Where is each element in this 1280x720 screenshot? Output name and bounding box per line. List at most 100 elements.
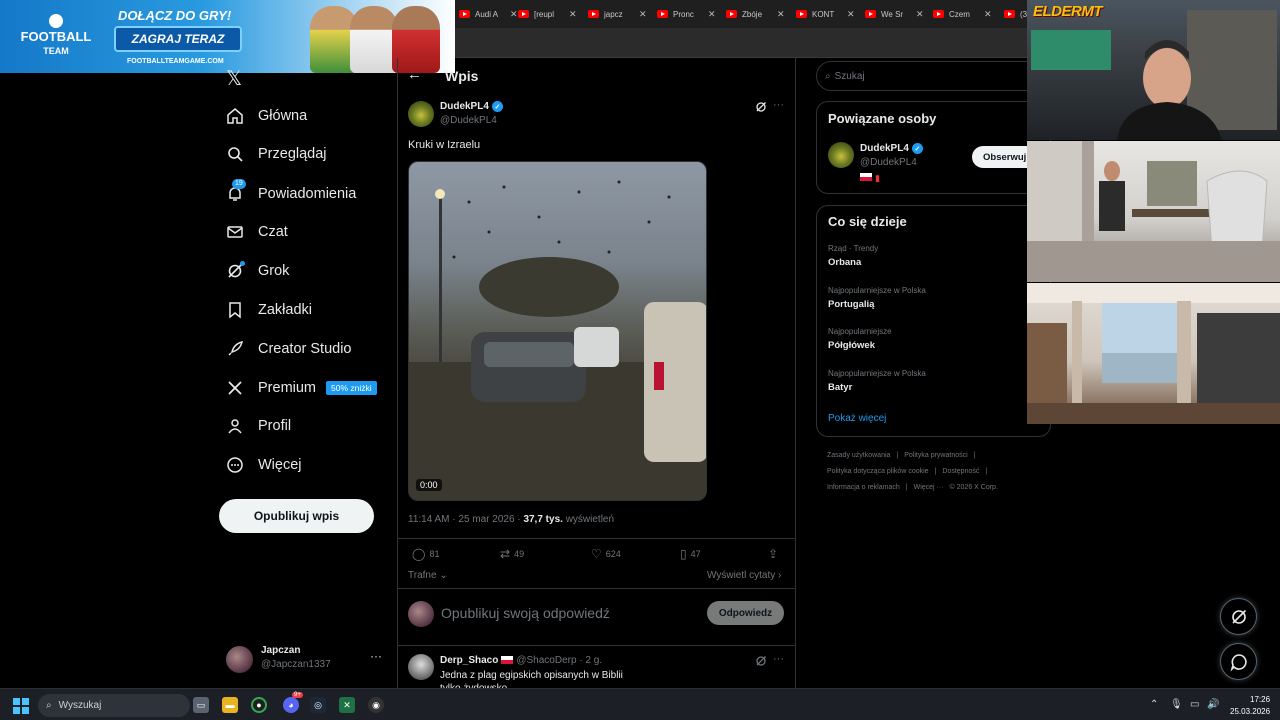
post-author-avatar[interactable] bbox=[408, 101, 434, 127]
divider bbox=[398, 588, 795, 589]
search-placeholder: Szukaj bbox=[834, 70, 865, 82]
comment-author-avatar[interactable] bbox=[408, 654, 434, 680]
chrome-icon[interactable]: ● bbox=[251, 697, 267, 713]
microphone-icon[interactable]: 🎙 bbox=[1170, 699, 1183, 710]
sidebar-item-x[interactable]: Premium 50% zniżki bbox=[226, 376, 377, 400]
close-icon[interactable]: ✕ bbox=[984, 9, 992, 20]
footer-link[interactable]: Zasady użytkowania bbox=[827, 452, 890, 459]
ad-cta-button[interactable]: ZAGRAJ TERAZ bbox=[114, 26, 242, 52]
sidebar-item-search[interactable]: Przeglądaj bbox=[226, 142, 327, 166]
divider bbox=[398, 538, 795, 539]
more-options-icon[interactable]: ··· bbox=[773, 653, 784, 665]
grok-icon[interactable] bbox=[755, 655, 767, 670]
trend-item[interactable]: Rząd · Trendy Orbana bbox=[828, 244, 878, 268]
search-input[interactable]: ⌕ Szukaj bbox=[816, 61, 1056, 91]
obs-icon[interactable]: ◉ bbox=[368, 697, 384, 713]
sidebar-item-mail[interactable]: Czat bbox=[226, 220, 288, 244]
reply-sort-dropdown[interactable]: Trafne ⌄ bbox=[408, 570, 448, 581]
close-icon[interactable]: ✕ bbox=[510, 9, 518, 20]
sidebar-item-person[interactable]: Profil bbox=[226, 414, 291, 438]
display-icon[interactable]: ▭ bbox=[1190, 699, 1199, 710]
close-icon[interactable]: ✕ bbox=[777, 9, 785, 20]
publish-post-button[interactable]: Opublikuj wpis bbox=[219, 499, 374, 533]
chevron-up-icon[interactable]: ⌃ bbox=[1150, 699, 1158, 710]
footer-link[interactable]: Dostępność bbox=[942, 468, 979, 475]
divider bbox=[398, 645, 795, 646]
close-icon[interactable]: ✕ bbox=[708, 9, 716, 20]
browser-tab[interactable]: Czem ✕ bbox=[933, 4, 992, 24]
reply-input[interactable]: Opublikuj swoją odpowiedź bbox=[441, 605, 610, 621]
trend-item[interactable]: Najpopularniejsze w Polska Portugalią bbox=[828, 286, 926, 310]
browser-tab[interactable]: Zbóje ✕ bbox=[726, 4, 785, 24]
browser-tab[interactable]: Audi A ✕ bbox=[459, 4, 518, 24]
comment-header[interactable]: Derp_Shaco @ShacoDerp · 2 g. bbox=[440, 655, 602, 666]
related-avatar[interactable] bbox=[828, 142, 854, 168]
volume-icon[interactable]: 🔊 bbox=[1207, 699, 1219, 710]
more-options-icon[interactable]: ··· bbox=[773, 99, 784, 111]
player-figure bbox=[392, 6, 440, 73]
verified-badge-icon: ✓ bbox=[491, 101, 503, 112]
footer-link[interactable]: Polityka dotycząca plików cookie bbox=[827, 468, 929, 475]
trend-item[interactable]: Najpopularniejsze w Polska Batyr bbox=[828, 369, 926, 393]
related-name[interactable]: DudekPL4 ✓ bbox=[860, 143, 923, 154]
post-video[interactable] bbox=[408, 161, 707, 501]
repost-action[interactable]: ⇄ 49 bbox=[500, 547, 524, 561]
grok-icon[interactable] bbox=[755, 101, 767, 116]
bookmark-action[interactable]: ▯ 47 bbox=[680, 547, 701, 561]
sidebar-item-more-circle[interactable]: Więcej bbox=[226, 453, 302, 477]
browser-tab[interactable]: [reupl ✕ bbox=[518, 4, 577, 24]
sidebar-item-bell[interactable]: 19 Powiadomienia bbox=[226, 179, 356, 206]
show-quotes-link[interactable]: Wyświetl cytaty › bbox=[707, 570, 781, 581]
more-dots-icon[interactable]: ··· bbox=[370, 649, 382, 663]
task-view-icon[interactable]: ▭ bbox=[193, 697, 209, 713]
sidebar-item-bookmark[interactable]: Zakładki bbox=[226, 298, 312, 322]
discord-icon[interactable]: ◕ 9+ bbox=[283, 692, 303, 713]
back-arrow-icon[interactable]: ← bbox=[407, 66, 422, 83]
browser-tab[interactable]: Pronc ✕ bbox=[657, 4, 716, 24]
steam-icon[interactable]: ◎ bbox=[310, 697, 326, 713]
sidebar-item-rocket[interactable]: Creator Studio bbox=[226, 337, 352, 361]
related-handle[interactable]: @DudekPL4 bbox=[860, 157, 917, 168]
tab-title: Czem bbox=[949, 9, 970, 19]
footer-link[interactable]: Polityka prywatności bbox=[904, 452, 967, 459]
x-logo-icon[interactable]: 𝕏 bbox=[226, 66, 242, 91]
close-icon[interactable]: ✕ bbox=[639, 9, 647, 20]
ad-banner[interactable]: FOOTBALL TEAM DOŁĄCZ DO GRY! ZAGRAJ TERA… bbox=[0, 0, 455, 73]
footer-link[interactable]: © 2026 X Corp. bbox=[950, 484, 998, 491]
trend-item[interactable]: Najpopularniejsze Półgłówek bbox=[828, 327, 892, 351]
related-flags: ▮ bbox=[860, 173, 880, 184]
file-explorer-icon[interactable]: ▬ bbox=[222, 697, 238, 713]
sidebar-item-home[interactable]: Główna bbox=[226, 104, 307, 128]
account-switcher[interactable]: Japczan @Japczan1337 ··· bbox=[226, 644, 386, 674]
taskbar-search[interactable]: ⌕ Wyszukaj bbox=[38, 694, 190, 717]
browser-tab[interactable]: We Sr ✕ bbox=[865, 4, 924, 24]
share-action[interactable]: ⇪ bbox=[768, 547, 778, 561]
post-author-name[interactable]: DudekPL4 ✓ bbox=[440, 101, 503, 112]
close-icon[interactable]: ✕ bbox=[916, 9, 924, 20]
trend-context: Najpopularniejsze w Polska bbox=[828, 286, 926, 295]
post-author-handle[interactable]: @DudekPL4 bbox=[440, 115, 497, 126]
webcam-streamer: ELDERMT bbox=[1027, 0, 1280, 140]
like-action[interactable]: ♡ 624 bbox=[591, 547, 621, 561]
trend-context: Najpopularniejsze bbox=[828, 327, 892, 336]
xbox-icon[interactable]: ✕ bbox=[339, 697, 355, 713]
footer-link[interactable]: Więcej ··· bbox=[914, 484, 944, 491]
reply-action[interactable]: ◯ 81 bbox=[412, 547, 439, 561]
windows-start-icon[interactable] bbox=[13, 698, 29, 714]
grok-fab-button[interactable] bbox=[1220, 598, 1257, 635]
close-icon[interactable]: ✕ bbox=[847, 9, 855, 20]
browser-tab[interactable]: japcz ✕ bbox=[588, 4, 647, 24]
tab-title: Zbóje bbox=[742, 9, 763, 19]
sidebar-item-grok[interactable]: Grok bbox=[226, 259, 289, 283]
close-icon[interactable]: ✕ bbox=[569, 9, 577, 20]
football-team-logo: FOOTBALL TEAM bbox=[20, 14, 92, 58]
taskbar-clock[interactable]: 17:26 25.03.2026 bbox=[1230, 694, 1270, 718]
search-icon bbox=[226, 145, 244, 163]
post-text: Kruki w Izraelu bbox=[408, 139, 481, 151]
browser-tab[interactable]: KONT ✕ bbox=[796, 4, 855, 24]
fire-extinguisher-icon: ▮ bbox=[875, 173, 880, 183]
messages-fab-button[interactable] bbox=[1220, 643, 1257, 680]
footer-link[interactable]: Informacja o reklamach bbox=[827, 484, 900, 491]
reply-button[interactable]: Odpowiedz bbox=[707, 601, 784, 625]
show-more-link[interactable]: Pokaż więcej bbox=[828, 413, 886, 424]
